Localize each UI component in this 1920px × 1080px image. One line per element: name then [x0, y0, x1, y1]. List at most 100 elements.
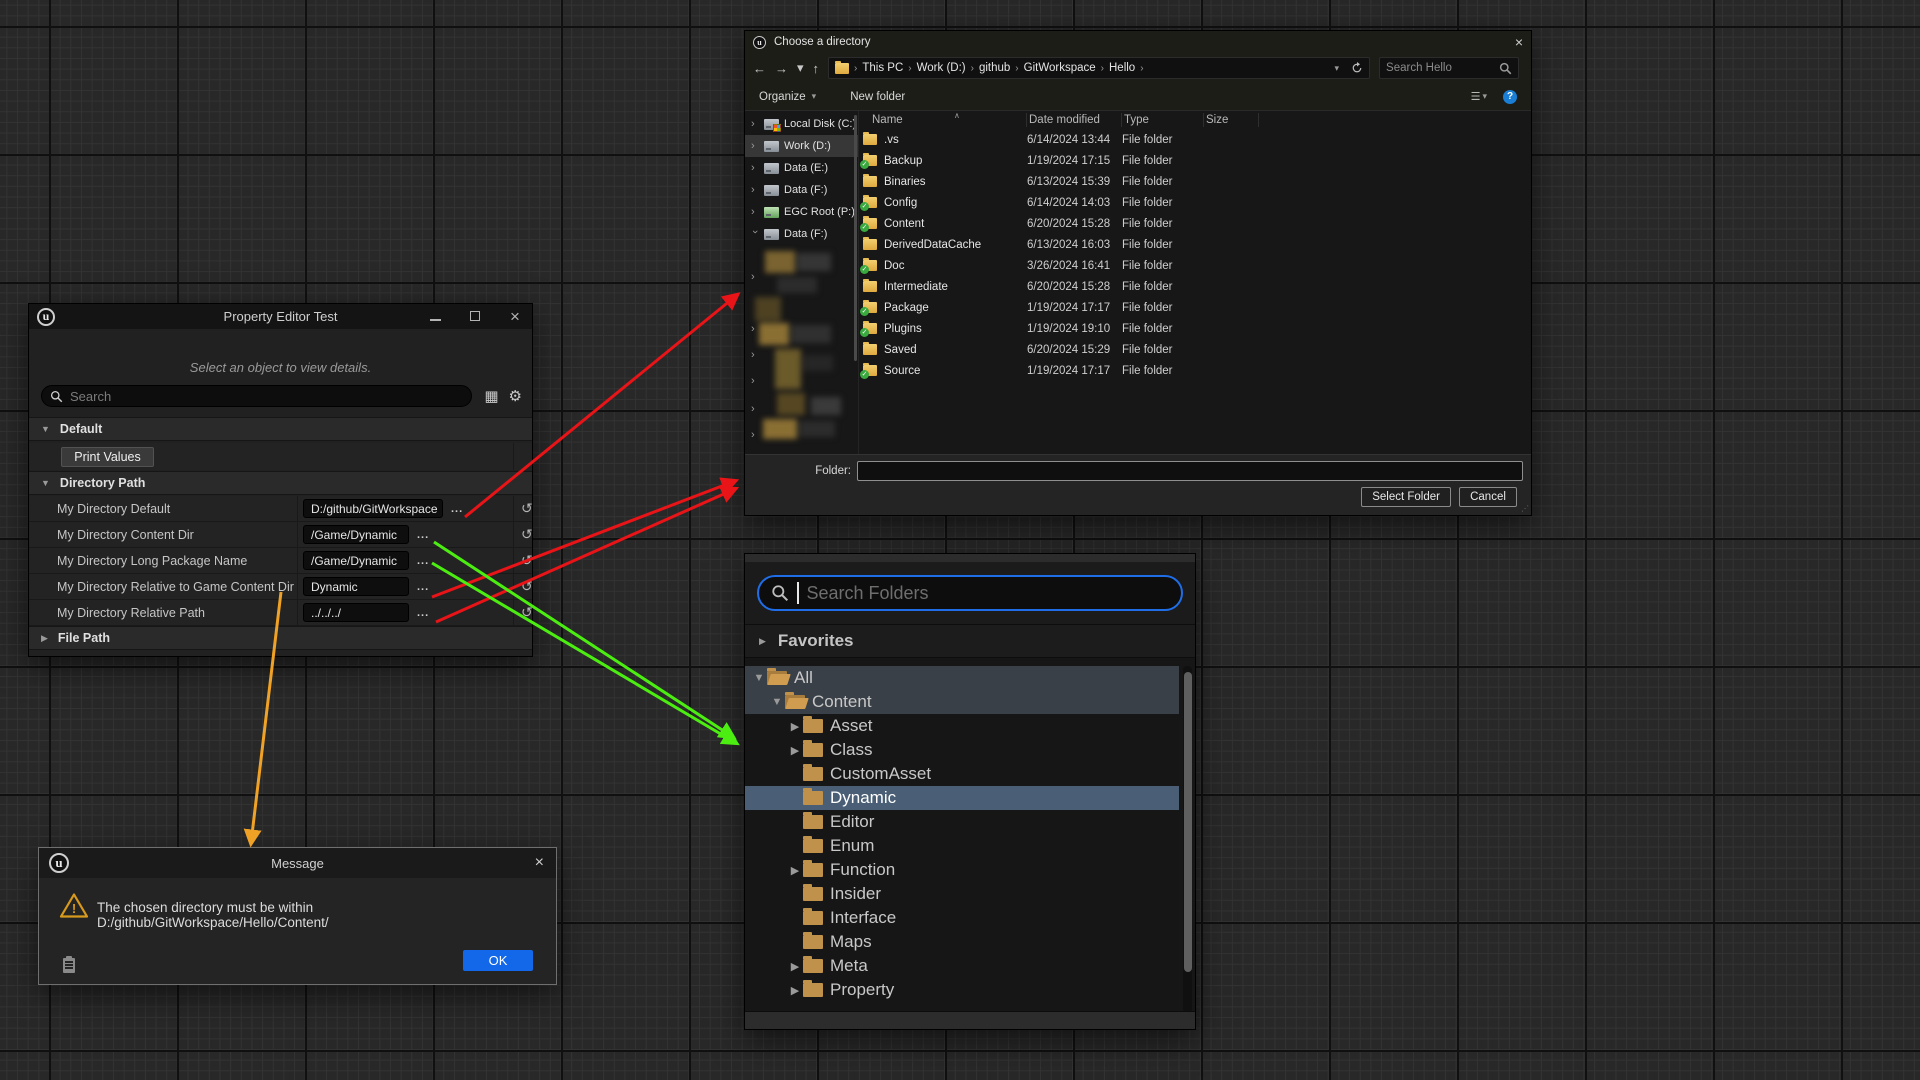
close-button[interactable]: × [508, 312, 522, 322]
column-date-modified[interactable]: Date modified [1027, 113, 1122, 127]
property-editor-titlebar[interactable]: u Property Editor Test × [29, 304, 532, 329]
expand-arrow-icon[interactable]: ▼ [41, 478, 50, 488]
expander-icon[interactable]: ▼ [769, 696, 785, 708]
organize-button[interactable]: Organize ▾ [759, 91, 816, 103]
folder-name-input[interactable] [857, 461, 1523, 481]
chevron-icon[interactable]: › [751, 118, 759, 130]
tree-item[interactable]: Editor [745, 810, 1179, 834]
collapsed-arrow-icon[interactable]: ▶ [759, 636, 766, 647]
tree-item-label[interactable]: CustomAsset [830, 764, 931, 784]
tree-item[interactable]: Dynamic [745, 786, 1179, 810]
file-name[interactable]: Saved [884, 344, 917, 356]
chevron-icon[interactable]: › [751, 140, 759, 152]
property-value-field[interactable]: Dynamic [303, 577, 409, 596]
refresh-icon[interactable] [1351, 62, 1363, 74]
tree-item[interactable]: ▼ All [745, 666, 1179, 690]
expander-icon[interactable]: ▼ [751, 672, 767, 684]
collapsed-arrow-icon[interactable]: ▶ [41, 633, 48, 644]
tree-item[interactable]: ▶ Function [745, 858, 1179, 882]
tree-item[interactable]: ▶ Class [745, 738, 1179, 762]
file-name[interactable]: Source [884, 365, 920, 377]
maximize-button[interactable] [468, 309, 482, 324]
browse-ellipsis-button[interactable]: ... [451, 503, 463, 515]
breadcrumb-label[interactable]: GitWorkspace [1024, 62, 1096, 74]
view-mode-button[interactable]: ☰ ▾ [1471, 90, 1487, 103]
file-name[interactable]: Intermediate [884, 281, 948, 293]
file-name[interactable]: Content [884, 218, 924, 230]
browse-ellipsis-button[interactable]: ... [417, 607, 429, 619]
new-folder-button[interactable]: New folder [850, 91, 905, 103]
file-row[interactable]: ✓ Saved 6/20/2024 15:29 File folder [859, 339, 1531, 360]
chevron-icon[interactable]: › [751, 162, 759, 174]
tree-scrollbar[interactable] [1183, 666, 1192, 1013]
breadcrumb-item[interactable]: › GitWorkspace [1015, 62, 1095, 74]
select-folder-button[interactable]: Select Folder [1361, 487, 1451, 507]
file-row[interactable]: ✓ Source 1/19/2024 17:17 File folder [859, 360, 1531, 381]
column-size[interactable]: Size [1204, 113, 1259, 127]
tree-item[interactable]: ▶ Property [745, 978, 1179, 1002]
minimize-button[interactable] [428, 309, 442, 324]
help-icon[interactable]: ? [1503, 90, 1517, 104]
back-icon[interactable]: ← [753, 61, 766, 76]
drive-item[interactable]: › Work (D:) [745, 135, 858, 157]
browse-ellipsis-button[interactable]: ... [417, 581, 429, 593]
close-button[interactable]: × [1515, 34, 1523, 50]
drive-item[interactable]: › Data (E:) [745, 157, 858, 179]
breadcrumb-item[interactable]: › github [971, 62, 1011, 74]
breadcrumb-label[interactable]: Hello [1109, 62, 1135, 74]
breadcrumb-label[interactable]: github [979, 62, 1010, 74]
scrollbar-thumb[interactable] [1184, 672, 1192, 972]
resize-grip[interactable]: ⋰ [1521, 504, 1529, 513]
file-name[interactable]: Backup [884, 155, 922, 167]
chevron-icon[interactable]: › [749, 230, 761, 238]
tree-item-label[interactable]: Property [830, 980, 894, 1000]
breadcrumb-item[interactable]: › Hello [1101, 62, 1136, 74]
tree-item-label[interactable]: Content [812, 692, 872, 712]
tree-item-label[interactable]: Asset [830, 716, 873, 736]
breadcrumb-label[interactable]: Work (D:) [917, 62, 966, 74]
file-row[interactable]: ✓ .vs 6/14/2024 13:44 File folder [859, 129, 1531, 150]
search-box[interactable]: Search Hello [1379, 57, 1519, 79]
file-name[interactable]: .vs [884, 134, 899, 146]
tree-item[interactable]: Interface [745, 906, 1179, 930]
reset-to-default-icon[interactable]: ↺ [521, 526, 533, 543]
property-value-field[interactable]: /Game/Dynamic [303, 551, 409, 570]
file-row[interactable]: ✓ Backup 1/19/2024 17:15 File folder [859, 150, 1531, 171]
tree-item[interactable]: ▶ Meta [745, 954, 1179, 978]
search-folders-input[interactable]: Search Folders [757, 575, 1183, 611]
tree-item-label[interactable]: Dynamic [830, 788, 896, 808]
drive-item[interactable]: › Data (F:) [745, 179, 858, 201]
chevron-icon[interactable]: › [751, 184, 759, 196]
search-input[interactable]: Search [41, 385, 472, 407]
settings-gear-icon[interactable]: ⚙ [509, 387, 522, 405]
tree-item[interactable]: Maps [745, 930, 1179, 954]
property-value-field[interactable]: ../../../ [303, 603, 409, 622]
close-button[interactable]: × [535, 854, 544, 872]
dialog-titlebar[interactable]: u Choose a directory × [745, 31, 1531, 53]
section-directory-path[interactable]: ▼ Directory Path [29, 471, 532, 495]
column-name[interactable]: Name [859, 113, 1027, 127]
file-row[interactable]: ✓ Config 6/14/2024 14:03 File folder [859, 192, 1531, 213]
file-name[interactable]: Binaries [884, 176, 926, 188]
expander-icon[interactable]: ▶ [787, 960, 803, 973]
copy-to-clipboard-icon[interactable] [63, 958, 75, 973]
ok-button[interactable]: OK [463, 950, 533, 971]
favorites-section[interactable]: ▶ Favorites [745, 624, 1195, 658]
property-value-field[interactable]: D:/github/GitWorkspace [303, 499, 443, 518]
browse-ellipsis-button[interactable]: ... [417, 555, 429, 567]
tree-item[interactable]: ▼ Content [745, 690, 1179, 714]
file-row[interactable]: ✓ DerivedDataCache 6/13/2024 16:03 File … [859, 234, 1531, 255]
expander-icon[interactable]: ▶ [787, 984, 803, 997]
breadcrumb-item[interactable]: › Work (D:) [908, 62, 965, 74]
forward-icon[interactable]: → [775, 61, 788, 76]
section-default[interactable]: ▼ Default [29, 417, 532, 441]
file-row[interactable]: ✓ Package 1/19/2024 17:17 File folder [859, 297, 1531, 318]
file-row[interactable]: ✓ Binaries 6/13/2024 15:39 File folder [859, 171, 1531, 192]
expand-arrow-icon[interactable]: ▼ [41, 424, 50, 434]
section-file-path[interactable]: ▶ File Path [29, 626, 532, 650]
tree-item-label[interactable]: Maps [830, 932, 872, 952]
print-values-button[interactable]: Print Values [61, 447, 154, 467]
recent-locations-icon[interactable]: ▾ [797, 60, 804, 76]
tree-item[interactable]: CustomAsset [745, 762, 1179, 786]
tree-item-label[interactable]: Class [830, 740, 873, 760]
